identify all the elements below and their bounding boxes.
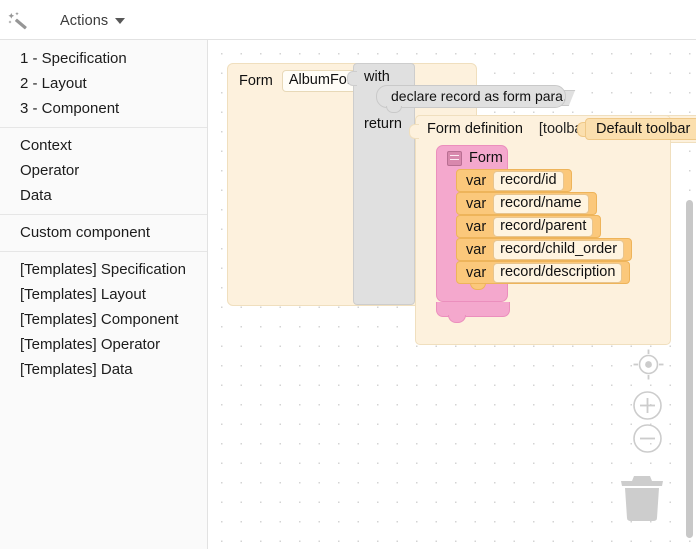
sidebar-item-templates-layout[interactable]: [Templates] Layout: [0, 282, 207, 307]
block-pink-form-header: Form: [447, 150, 503, 166]
block-var-record-id[interactable]: var record/id: [456, 169, 572, 192]
var-value-field[interactable]: record/id: [493, 171, 563, 191]
sidebar-item-templates-component[interactable]: [Templates] Component: [0, 307, 207, 332]
var-keyword: var: [466, 242, 486, 258]
var-keyword: var: [466, 173, 486, 189]
form-definition-title: Form definition: [427, 121, 523, 137]
app-root: Actions 1 - Specification 2 - Layout 3 -…: [0, 0, 696, 549]
crosshair-center-icon[interactable]: [632, 348, 665, 381]
sidebar-item-context[interactable]: Context: [0, 133, 207, 158]
return-label: return: [364, 116, 402, 132]
block-var-record-child-order[interactable]: var record/child_order: [456, 238, 632, 261]
block-form-definition-header: Form definition [toolbar]: [427, 121, 591, 137]
toolbox-sidebar[interactable]: 1 - Specification 2 - Layout 3 - Compone…: [0, 40, 208, 549]
magic-wand-icon[interactable]: [8, 11, 28, 31]
blockly-canvas[interactable]: Form AlbumForm with return declare recor…: [208, 40, 696, 549]
block-default-toolbar[interactable]: Default toolbar: [585, 118, 696, 140]
block-pink-form-title: Form: [469, 150, 503, 166]
toolbox-divider-2: [0, 214, 207, 215]
toolbox-group-custom: Custom component: [0, 220, 207, 245]
toolbox-divider-1: [0, 127, 207, 128]
chevron-down-icon: [115, 18, 125, 24]
var-value-field[interactable]: record/parent: [493, 217, 593, 237]
actions-menu-button[interactable]: Actions: [56, 10, 129, 32]
mutator-gear-icon[interactable]: [447, 151, 462, 166]
canvas-vertical-scrollbar[interactable]: [686, 200, 693, 538]
var-value-field[interactable]: record/child_order: [493, 240, 624, 260]
toolbox-divider-3: [0, 251, 207, 252]
top-toolbar: Actions: [0, 0, 696, 40]
block-declare-record[interactable]: declare record as form para...: [376, 85, 566, 108]
block-with-return-notch: [347, 71, 357, 86]
sidebar-item-custom-component[interactable]: Custom component: [0, 220, 207, 245]
block-var-record-description[interactable]: var record/description: [456, 261, 630, 284]
sidebar-item-templates-specification[interactable]: [Templates] Specification: [0, 257, 207, 282]
sidebar-item-layout[interactable]: 2 - Layout: [0, 71, 207, 96]
var-keyword: var: [466, 265, 486, 281]
zoom-out-icon[interactable]: [632, 423, 663, 454]
sidebar-item-specification[interactable]: 1 - Specification: [0, 46, 207, 71]
var-keyword: var: [466, 219, 486, 235]
block-form-definition-notch: [409, 124, 419, 139]
block-var-record-parent[interactable]: var record/parent: [456, 215, 601, 238]
with-label: with: [364, 69, 390, 85]
toolbox-group-core: Context Operator Data: [0, 133, 207, 208]
trash-can-icon[interactable]: [617, 471, 667, 523]
var-keyword: var: [466, 196, 486, 212]
toolbox-group-primary: 1 - Specification 2 - Layout 3 - Compone…: [0, 40, 207, 121]
var-value-field[interactable]: record/name: [493, 194, 588, 214]
block-form-root-keyword: Form: [239, 73, 273, 89]
sidebar-item-data[interactable]: Data: [0, 183, 207, 208]
var-value-field[interactable]: record/description: [493, 263, 622, 283]
zoom-in-icon[interactable]: [632, 390, 663, 421]
sidebar-item-templates-data[interactable]: [Templates] Data: [0, 357, 207, 382]
block-var-record-name[interactable]: var record/name: [456, 192, 597, 215]
sidebar-item-component[interactable]: 3 - Component: [0, 96, 207, 121]
sidebar-item-operator[interactable]: Operator: [0, 158, 207, 183]
toolbox-group-templates: [Templates] Specification [Templates] La…: [0, 257, 207, 382]
actions-menu-label: Actions: [60, 13, 108, 29]
sidebar-item-templates-operator[interactable]: [Templates] Operator: [0, 332, 207, 357]
